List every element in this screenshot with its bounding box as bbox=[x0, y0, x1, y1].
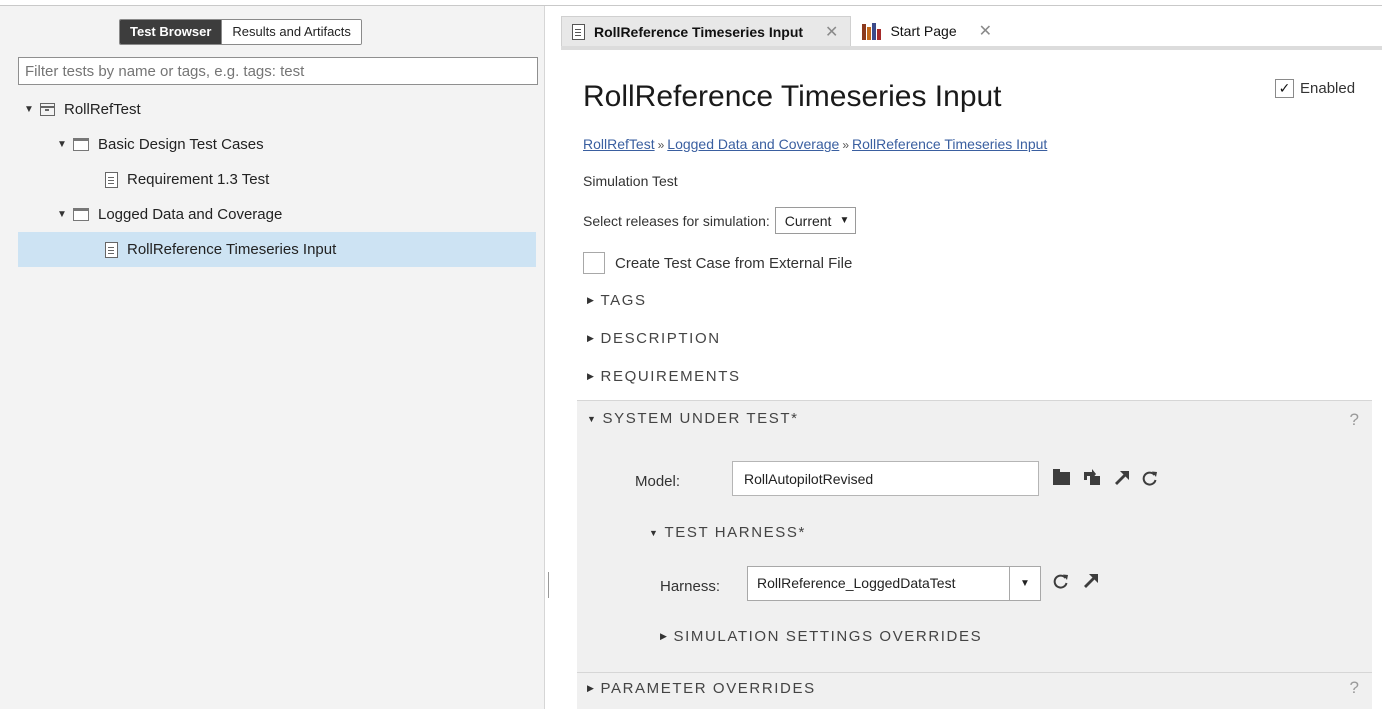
pane-splitter[interactable] bbox=[548, 572, 549, 598]
harness-label: Harness: bbox=[660, 578, 721, 595]
help-icon[interactable]: ? bbox=[1350, 410, 1359, 430]
document-icon bbox=[105, 241, 118, 258]
document-icon bbox=[572, 23, 585, 40]
tree-node-label: Basic Design Test Cases bbox=[98, 136, 264, 153]
section-test-harness[interactable]: ▼ TEST HARNESS* bbox=[649, 524, 806, 541]
tree-node-requirement-1-3-test[interactable]: Requirement 1.3 Test bbox=[18, 162, 536, 197]
section-description[interactable]: ▶ DESCRIPTION bbox=[587, 330, 721, 347]
section-parameter-overrides[interactable]: ▶ PARAMETER OVERRIDES bbox=[587, 680, 816, 697]
open-model-icon[interactable] bbox=[1083, 573, 1099, 589]
tree-node-basic-design-test-cases[interactable]: ▼ Basic Design Test Cases bbox=[18, 127, 536, 162]
refresh-icon[interactable] bbox=[1053, 573, 1069, 589]
section-label: SYSTEM UNDER TEST* bbox=[602, 410, 799, 427]
breadcrumb: RollRefTest» Logged Data and Coverage» Rol… bbox=[583, 136, 1047, 152]
tab-results-and-artifacts[interactable]: Results and Artifacts bbox=[221, 20, 361, 44]
harness-action-icons bbox=[1053, 573, 1099, 589]
enabled-checkbox[interactable]: ✓ Enabled bbox=[1275, 79, 1355, 98]
section-requirements[interactable]: ▶ REQUIREMENTS bbox=[587, 368, 741, 385]
tab-label: RollReference Timeseries Input bbox=[594, 23, 804, 40]
tab-rollreference-timeseries-input[interactable]: RollReference Timeseries Input ✕ bbox=[561, 16, 852, 46]
tree-node-rollreference-timeseries-input[interactable]: RollReference Timeseries Input bbox=[18, 232, 536, 267]
test-browser-panel: Test Browser Results and Artifacts ▼ Rol… bbox=[0, 6, 545, 709]
filter-tests-input[interactable] bbox=[18, 57, 538, 85]
chevron-down-icon[interactable]: ▼ bbox=[1010, 578, 1040, 589]
section-label: TEST HARNESS* bbox=[664, 524, 806, 541]
tab-test-browser[interactable]: Test Browser bbox=[120, 20, 222, 44]
section-label: SIMULATION SETTINGS OVERRIDES bbox=[673, 628, 983, 645]
tree-node-rollreftest[interactable]: ▼ RollRefTest bbox=[18, 92, 536, 127]
harness-dropdown[interactable]: RollReference_LoggedDataTest ▼ bbox=[747, 566, 1041, 601]
external-file-checkbox[interactable]: Create Test Case from External File bbox=[583, 252, 852, 274]
refresh-icon[interactable] bbox=[1142, 470, 1158, 486]
test-file-icon bbox=[39, 103, 55, 116]
external-file-label: Create Test Case from External File bbox=[615, 254, 853, 272]
tree-node-label: Requirement 1.3 Test bbox=[127, 171, 270, 188]
releases-dropdown[interactable]: Current ▼ bbox=[774, 207, 857, 234]
section-label: PARAMETER OVERRIDES bbox=[600, 680, 816, 697]
releases-label: Select releases for simulation: bbox=[583, 212, 770, 229]
model-input[interactable] bbox=[732, 461, 1039, 496]
start-page-books-icon bbox=[861, 22, 882, 40]
enabled-label: Enabled bbox=[1300, 80, 1356, 97]
breadcrumb-link-test-case[interactable]: RollReference Timeseries Input bbox=[852, 136, 1047, 152]
folder-icon bbox=[73, 208, 89, 221]
document-tab-bar: RollReference Timeseries Input ✕ Start P… bbox=[561, 16, 1382, 50]
breadcrumb-link-rollreftest[interactable]: RollRefTest bbox=[583, 136, 655, 152]
help-icon[interactable]: ? bbox=[1350, 678, 1359, 698]
section-label: DESCRIPTION bbox=[600, 330, 721, 347]
tab-label: Start Page bbox=[890, 23, 957, 39]
breadcrumb-link-logged-data[interactable]: Logged Data and Coverage bbox=[667, 136, 839, 152]
expand-arrow-icon[interactable]: ▼ bbox=[55, 209, 69, 220]
panel-switcher: Test Browser Results and Artifacts bbox=[119, 19, 362, 45]
folder-icon[interactable] bbox=[1053, 468, 1070, 485]
collapsed-arrow-icon: ▶ bbox=[587, 371, 596, 381]
harness-value: RollReference_LoggedDataTest bbox=[748, 567, 1010, 600]
section-label: REQUIREMENTS bbox=[600, 368, 741, 385]
section-simulation-settings-overrides[interactable]: ▶ SIMULATION SETTINGS OVERRIDES bbox=[660, 628, 982, 645]
expand-arrow-icon[interactable]: ▼ bbox=[55, 139, 69, 150]
collapsed-arrow-icon: ▶ bbox=[587, 295, 596, 305]
test-tree: ▼ RollRefTest ▼ Basic Design Test Cases … bbox=[18, 92, 536, 267]
collapsed-arrow-icon: ▶ bbox=[587, 333, 596, 343]
expanded-arrow-icon: ▼ bbox=[587, 413, 598, 424]
tree-node-label: RollReference Timeseries Input bbox=[127, 241, 337, 258]
parameter-overrides-section: ▶ PARAMETER OVERRIDES ? bbox=[577, 672, 1372, 709]
collapsed-arrow-icon: ▶ bbox=[660, 631, 669, 641]
tree-node-logged-data-and-coverage[interactable]: ▼ Logged Data and Coverage bbox=[18, 197, 536, 232]
collapsed-arrow-icon: ▶ bbox=[587, 683, 596, 693]
breadcrumb-separator: » bbox=[842, 138, 849, 152]
close-icon[interactable]: ✕ bbox=[825, 22, 838, 42]
system-under-test-section: ▼ SYSTEM UNDER TEST* ? Model: ▼ TEST HAR… bbox=[577, 400, 1372, 672]
document-icon bbox=[105, 171, 118, 188]
checkbox-box[interactable] bbox=[583, 252, 605, 274]
close-icon[interactable]: ✕ bbox=[979, 21, 992, 41]
open-harness-icon[interactable] bbox=[1082, 469, 1102, 487]
model-label: Model: bbox=[635, 473, 681, 490]
section-tags[interactable]: ▶ TAGS bbox=[587, 292, 647, 309]
section-label: TAGS bbox=[600, 292, 647, 309]
tab-start-page[interactable]: Start Page ✕ bbox=[851, 16, 1005, 46]
tree-node-label: RollRefTest bbox=[64, 101, 141, 118]
page-title: RollReference Timeseries Input bbox=[583, 80, 1002, 113]
expanded-arrow-icon: ▼ bbox=[649, 527, 660, 538]
model-action-icons bbox=[1053, 468, 1158, 487]
section-system-under-test[interactable]: ▼ SYSTEM UNDER TEST* bbox=[587, 410, 799, 427]
releases-value: Current bbox=[784, 212, 832, 229]
tree-node-label: Logged Data and Coverage bbox=[98, 206, 283, 223]
chevron-down-icon: ▼ bbox=[839, 215, 850, 226]
releases-row: Select releases for simulation: Current … bbox=[583, 207, 857, 234]
open-model-icon[interactable] bbox=[1114, 470, 1130, 486]
checkmark-icon[interactable]: ✓ bbox=[1275, 79, 1294, 98]
breadcrumb-separator: » bbox=[657, 138, 665, 152]
folder-icon bbox=[73, 138, 89, 151]
test-type-label: Simulation Test bbox=[583, 173, 678, 189]
expand-arrow-icon[interactable]: ▼ bbox=[22, 104, 36, 115]
